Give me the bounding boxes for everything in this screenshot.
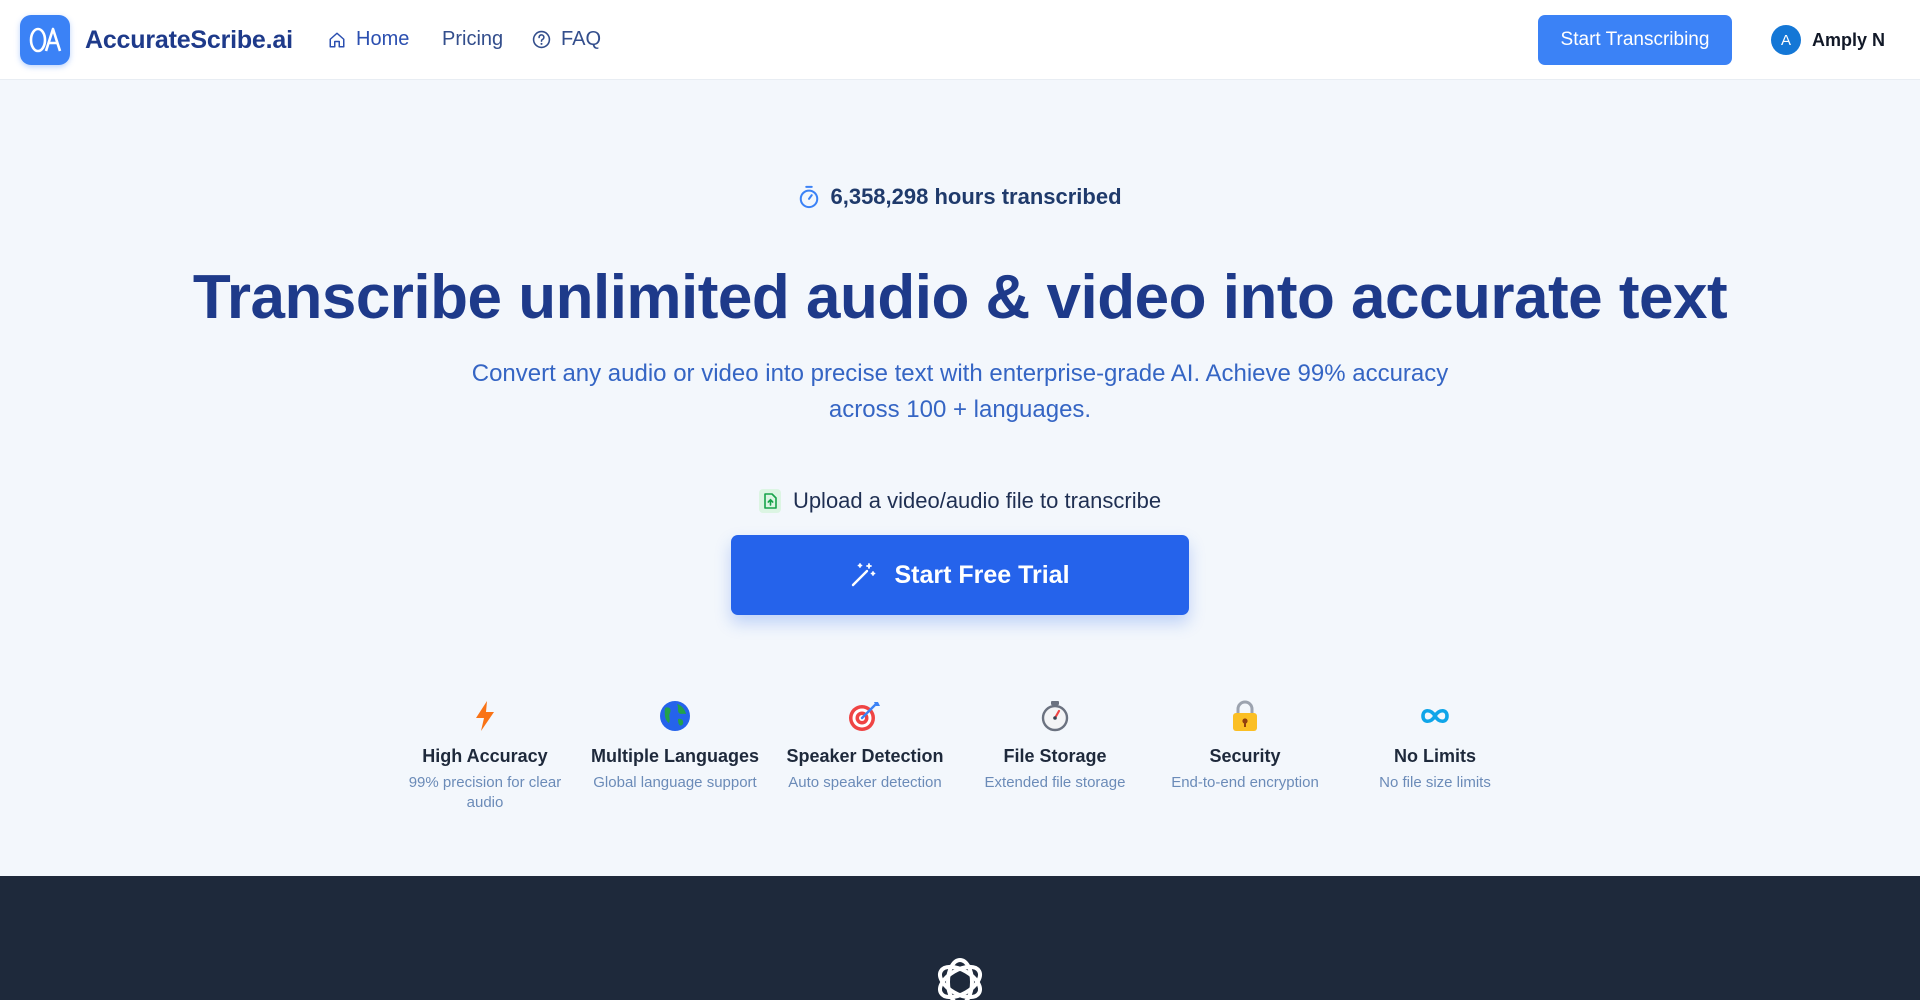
stat-text: 6,358,298 hours transcribed [830,184,1122,209]
feature-security: Security End-to-end encryption [1155,698,1335,793]
top-navbar: AccurateScribe.ai Home Pricing FAQ Start… [0,0,1920,80]
start-free-trial-button[interactable]: Start Free Trial [731,535,1189,615]
lock-icon [1233,700,1257,731]
home-icon [329,32,345,47]
feature-desc: Extended file storage [984,774,1126,791]
start-free-trial-label: Start Free Trial [894,560,1070,589]
brand-logo[interactable] [20,15,70,65]
feature-desc: No file size limits [1379,774,1491,791]
feature-desc: Global language support [593,774,757,791]
page-subtitle: Convert any audio or video into precise … [471,360,1449,423]
feature-file-storage: File Storage Extended file storage [965,698,1145,793]
lightning-icon [476,701,494,731]
feature-high-accuracy: High Accuracy 99% precision for clear au… [395,698,575,813]
globe-icon [660,701,690,731]
avatar[interactable]: A [1771,25,1801,55]
nav-home[interactable]: Home [328,28,409,51]
user-name[interactable]: Amply N [1812,30,1885,51]
magic-wand-icon [852,563,876,587]
stopwatch-icon [800,185,819,209]
feature-desc: Auto speaker detection [788,774,942,791]
feature-title: High Accuracy [422,746,548,766]
feature-title: No Limits [1393,746,1476,766]
target-icon [849,702,880,731]
page-title: Transcribe unlimited audio & video into … [192,263,1728,332]
feature-title: Multiple Languages [590,746,759,766]
brand-name[interactable]: AccurateScribe.ai [85,26,293,55]
stopwatch-icon [1041,701,1069,732]
openai-icon [938,958,982,1000]
logo-mark-icon [29,27,62,53]
feature-desc: 99% precision for clear audio [408,774,562,811]
feature-title: File Storage [1003,746,1107,766]
feature-speaker-detection: Speaker Detection Auto speaker detection [775,698,955,793]
upload-label: Upload a video/audio file to transcribe [792,488,1162,513]
nav-faq-label: FAQ [561,28,602,50]
start-transcribing-button[interactable]: Start Transcribing [1538,15,1732,65]
nav-pricing-label: Pricing [442,28,504,50]
hours-transcribed-stat: 6,358,298 hours transcribed [0,184,1920,210]
file-upload-icon [758,489,781,513]
nav-pricing[interactable]: Pricing [442,28,503,51]
upload-file-prompt[interactable]: Upload a video/audio file to transcribe [0,488,1920,514]
feature-title: Security [1209,746,1281,766]
feature-no-limits: No Limits No file size limits [1345,698,1525,793]
feature-multiple-languages: Multiple Languages Global language suppo… [585,698,765,793]
question-circle-icon [532,30,551,49]
nav-home-label: Home [356,28,410,50]
nav-faq[interactable]: FAQ [532,28,601,51]
footer [0,876,1920,1000]
feature-desc: End-to-end encryption [1171,774,1319,791]
feature-title: Speaker Detection [786,746,944,766]
infinity-icon [1421,708,1449,724]
